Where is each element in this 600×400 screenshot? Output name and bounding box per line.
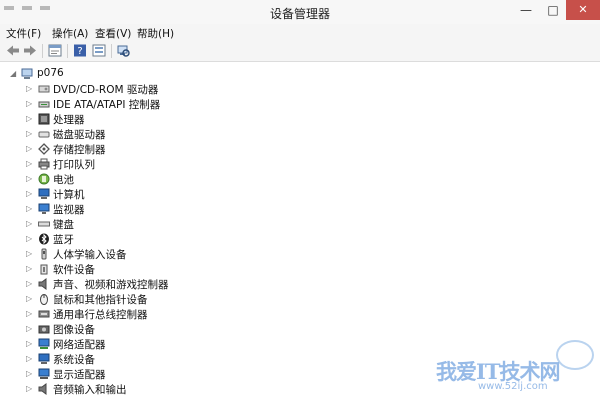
menu-view[interactable]: 查看(V) [95, 26, 131, 41]
forward-arrow-icon[interactable] [23, 44, 37, 57]
tree-item-label: 打印队列 [53, 159, 95, 171]
title-bar: 设备管理器 — □ ✕ [0, 0, 600, 25]
scan-hardware-icon[interactable] [116, 44, 130, 57]
expander[interactable]: ▷ [26, 354, 32, 363]
tree-item-label: 人体学输入设备 [53, 249, 127, 261]
camera-icon [38, 325, 50, 334]
ide-controller-icon [38, 101, 50, 108]
expander[interactable]: ▷ [26, 114, 32, 123]
processor-icon [38, 113, 50, 125]
tree-item-label: 磁盘驱动器 [53, 129, 106, 141]
expander[interactable]: ▷ [26, 264, 32, 273]
expander[interactable]: ▷ [26, 159, 32, 168]
root-expander[interactable]: ◢ [10, 69, 16, 78]
monitor-icon [38, 203, 50, 214]
expander[interactable]: ▷ [26, 189, 32, 198]
tree-item-label: 键盘 [53, 219, 74, 231]
tree-item-label: 监视器 [53, 204, 85, 216]
hid-icon [41, 248, 47, 260]
device-tree: ◢ p076 ▷ DVD/CD-ROM 驱动器 ▷ IDE ATA/ATAPI … [0, 62, 600, 400]
tree-item-label: 蓝牙 [53, 234, 74, 246]
expander[interactable]: ▷ [26, 219, 32, 228]
expander[interactable]: ▷ [26, 279, 32, 288]
tree-item-label: 处理器 [53, 114, 85, 126]
view-icon[interactable] [92, 44, 106, 57]
menu-bar: 文件(F) 操作(A) 查看(V) 帮助(H) [0, 24, 600, 41]
toolbar-separator [42, 44, 43, 58]
tree-item-label: 鼠标和其他指针设备 [53, 294, 148, 306]
tree-item-label: 存储控制器 [53, 144, 106, 156]
expander[interactable]: ▷ [26, 384, 32, 393]
tree-item-label: 电池 [53, 174, 74, 186]
usb-icon [38, 310, 50, 318]
system-device-icon [38, 353, 50, 364]
expander[interactable]: ▷ [26, 204, 32, 213]
expander[interactable]: ▷ [26, 309, 32, 318]
expander[interactable]: ▷ [26, 369, 32, 378]
expander[interactable]: ▷ [26, 294, 32, 303]
tree-item-label: 软件设备 [53, 264, 95, 276]
toolbar-separator [111, 44, 112, 58]
computer-icon [38, 188, 50, 199]
tree-item-label: 系统设备 [53, 354, 95, 366]
watermark-url: www.52ij.com [478, 381, 548, 392]
tree-item-label: IDE ATA/ATAPI 控制器 [53, 99, 161, 111]
expander[interactable]: ▷ [26, 129, 32, 138]
properties-icon[interactable] [48, 44, 62, 57]
mouse-icon [40, 294, 48, 305]
tree-item-label: 显示适配器 [53, 369, 106, 381]
dvd-drive-icon [38, 85, 50, 93]
disk-drive-icon [38, 131, 50, 138]
audio-io-icon [38, 383, 47, 395]
minimize-button[interactable]: — [512, 0, 540, 20]
computer-icon [21, 68, 33, 79]
keyboard-icon [38, 221, 50, 227]
sound-icon [38, 278, 47, 290]
expander[interactable]: ▷ [26, 174, 32, 183]
svg-text:?: ? [77, 46, 82, 57]
network-adapter-icon [38, 338, 50, 349]
expander[interactable]: ▷ [26, 249, 32, 258]
expander[interactable]: ▷ [26, 234, 32, 243]
help-icon[interactable]: ? [73, 44, 87, 57]
toolbar-separator [67, 44, 68, 58]
tree-item-label: DVD/CD-ROM 驱动器 [53, 84, 159, 96]
tree-item-label: 计算机 [53, 189, 85, 201]
toolbar: ? [0, 41, 600, 62]
menu-help[interactable]: 帮助(H) [137, 26, 174, 41]
tree-item-label: 音频输入和输出 [53, 384, 127, 396]
maximize-button[interactable]: □ [540, 0, 566, 20]
expander[interactable]: ▷ [26, 339, 32, 348]
tree-root-label: p076 [37, 67, 64, 79]
expander[interactable]: ▷ [26, 144, 32, 153]
tree-item-label: 网络适配器 [53, 339, 106, 351]
menu-action[interactable]: 操作(A) [52, 26, 88, 41]
display-adapter-icon [38, 368, 50, 379]
battery-icon [38, 173, 50, 185]
window-title: 设备管理器 [269, 7, 330, 21]
tree-item-label: 声音、视频和游戏控制器 [53, 279, 169, 291]
expander[interactable]: ▷ [26, 324, 32, 333]
close-button[interactable]: ✕ [566, 0, 600, 20]
expander[interactable]: ▷ [26, 84, 32, 93]
tree-item-label: 通用串行总线控制器 [53, 309, 148, 321]
software-device-icon [40, 264, 48, 275]
watermark-logo [556, 340, 594, 370]
storage-controller-icon [38, 143, 50, 155]
menu-file[interactable]: 文件(F) [6, 26, 41, 41]
expander[interactable]: ▷ [26, 99, 32, 108]
back-arrow-icon[interactable] [6, 44, 20, 57]
bluetooth-icon [39, 233, 49, 245]
tree-item-label: 图像设备 [53, 324, 95, 336]
printer-icon [38, 158, 50, 170]
